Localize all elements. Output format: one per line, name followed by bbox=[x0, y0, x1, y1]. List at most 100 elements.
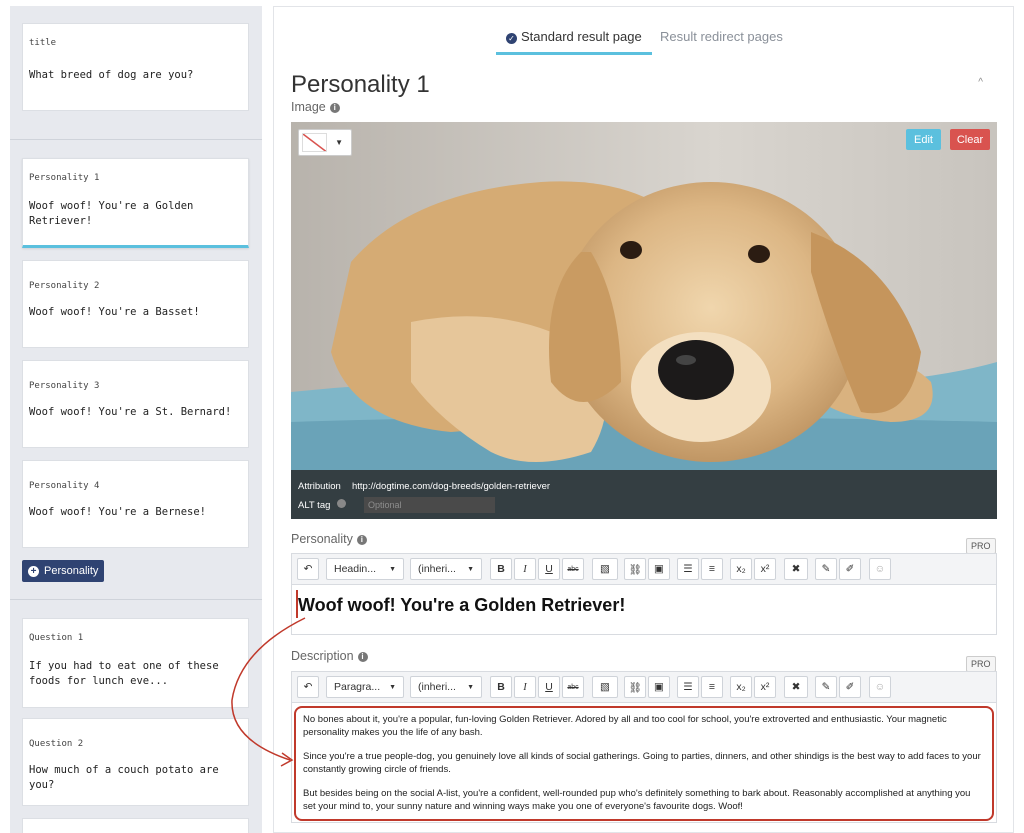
description-toolbar: ↶ Paragra... ▼ (inheri... ▼ B I U abc ▧ ⛓ … bbox=[292, 672, 996, 703]
link-icon[interactable]: ⛓ bbox=[624, 558, 646, 580]
edit-image-button[interactable]: Edit bbox=[906, 129, 941, 150]
info-icon[interactable] bbox=[337, 499, 346, 508]
numbered-list-icon[interactable]: ≡ bbox=[701, 558, 723, 580]
add-personality-label: Personality bbox=[44, 565, 99, 577]
clear-image-button[interactable]: Clear bbox=[950, 129, 990, 150]
clear-format-icon[interactable]: ▧ bbox=[592, 558, 618, 580]
annotation-arrow bbox=[231, 617, 306, 767]
font-select-value: (inheri... bbox=[418, 681, 456, 693]
personality-card-text: Woof woof! You're a St. Bernard! bbox=[29, 406, 232, 418]
font-select-value: (inheri... bbox=[418, 563, 456, 575]
personality-card-2[interactable]: Personality 2 Woof woof! You're a Basset… bbox=[22, 260, 249, 348]
superscript-button[interactable]: x² bbox=[754, 676, 776, 698]
format-select-value: Headin... bbox=[334, 563, 377, 575]
personality-editor: ↶ Headin... ▼ (inheri... ▼ B I U abc ▧ ⛓ ▣… bbox=[291, 553, 997, 635]
golden-retriever-photo bbox=[291, 122, 997, 519]
description-paragraph: Since you're a true people-dog, you genu… bbox=[303, 751, 981, 775]
sidebar-divider bbox=[10, 139, 262, 140]
title-card-label: title bbox=[29, 38, 57, 48]
question-card-3[interactable] bbox=[22, 818, 249, 833]
check-circle-icon: ✓ bbox=[506, 33, 517, 44]
personality-card-text: Woof woof! You're a Golden Retriever! bbox=[29, 200, 194, 227]
question-card-text: How much of a couch potato are you? bbox=[29, 764, 219, 791]
link-icon[interactable]: ⛓ bbox=[624, 676, 646, 698]
numbered-list-icon[interactable]: ≡ bbox=[701, 676, 723, 698]
question-card-1[interactable]: Question 1 If you had to eat one of thes… bbox=[22, 618, 249, 708]
app-root: title What breed of dog are you? Persona… bbox=[0, 0, 1024, 833]
personality-card-label: Personality 3 bbox=[29, 381, 100, 391]
emoji-icon[interactable]: ☺ bbox=[869, 558, 891, 580]
personality-field-label-text: Personality bbox=[291, 532, 353, 546]
format-select-value: Paragra... bbox=[334, 681, 381, 693]
alt-tag-label: ALT tag bbox=[298, 500, 331, 511]
personality-field-label: Personality i bbox=[291, 532, 367, 546]
chevron-up-icon[interactable]: ^ bbox=[978, 77, 983, 88]
clear-format-icon[interactable]: ▧ bbox=[592, 676, 618, 698]
title-card[interactable]: title What breed of dog are you? bbox=[22, 23, 249, 111]
pro-badge: PRO bbox=[966, 656, 996, 672]
info-icon[interactable]: i bbox=[357, 652, 368, 662]
description-editor: ↶ Paragra... ▼ (inheri... ▼ B I U abc ▧ ⛓ … bbox=[291, 671, 997, 823]
personality-card-4[interactable]: Personality 4 Woof woof! You're a Bernes… bbox=[22, 460, 249, 548]
subscript-button[interactable]: x₂ bbox=[730, 558, 752, 580]
bold-button[interactable]: B bbox=[490, 558, 512, 580]
personality-toolbar: ↶ Headin... ▼ (inheri... ▼ B I U abc ▧ ⛓ ▣… bbox=[292, 554, 996, 585]
result-image: ▼ Edit Clear Attribution http://dogtime.… bbox=[291, 122, 997, 519]
question-card-2[interactable]: Question 2 How much of a couch potato ar… bbox=[22, 718, 249, 806]
brush-alt-icon[interactable]: ✐ bbox=[839, 558, 861, 580]
bulleted-list-icon[interactable]: ☰ bbox=[677, 558, 699, 580]
brush-icon[interactable]: ✎ bbox=[815, 676, 837, 698]
attribution-value[interactable]: http://dogtime.com/dog-breeds/golden-ret… bbox=[352, 481, 550, 492]
personality-card-text: Woof woof! You're a Bernese! bbox=[29, 506, 207, 518]
strikethrough-button[interactable]: abc bbox=[562, 558, 584, 580]
subscript-button[interactable]: x₂ bbox=[730, 676, 752, 698]
description-text-area[interactable]: No bones about it, you're a popular, fun… bbox=[294, 706, 994, 821]
emoji-icon[interactable]: ☺ bbox=[869, 676, 891, 698]
format-select[interactable]: Headin... ▼ bbox=[326, 558, 404, 580]
underline-button[interactable]: U bbox=[538, 558, 560, 580]
personality-card-1[interactable]: Personality 1 Woof woof! You're a Golden… bbox=[22, 158, 249, 248]
bold-button[interactable]: B bbox=[490, 676, 512, 698]
question-card-label: Question 2 bbox=[29, 739, 84, 749]
tab-redirect-label: Result redirect pages bbox=[660, 29, 783, 44]
image-label-text: Image bbox=[291, 100, 326, 114]
font-select[interactable]: (inheri... ▼ bbox=[410, 558, 482, 580]
description-paragraph: No bones about it, you're a popular, fun… bbox=[303, 714, 947, 738]
page-title: Personality 1 bbox=[291, 71, 430, 98]
main-panel: ✓ Standard result page Result redirect pa… bbox=[273, 6, 1014, 833]
image-label: Image i bbox=[291, 100, 340, 114]
strikethrough-button[interactable]: abc bbox=[562, 676, 584, 698]
info-icon[interactable]: i bbox=[329, 103, 340, 113]
eraser-icon[interactable]: ✖ bbox=[784, 676, 808, 698]
personality-card-3[interactable]: Personality 3 Woof woof! You're a St. Be… bbox=[22, 360, 249, 448]
image-color-select[interactable]: ▼ bbox=[298, 129, 352, 156]
info-icon[interactable]: i bbox=[356, 535, 367, 545]
description-paragraph: But besides being on the social A-list, … bbox=[303, 788, 971, 812]
image-icon[interactable]: ▣ bbox=[648, 558, 670, 580]
caret-down-icon: ▼ bbox=[389, 683, 396, 691]
tab-result-redirect[interactable]: Result redirect pages bbox=[660, 29, 783, 53]
eraser-icon[interactable]: ✖ bbox=[784, 558, 808, 580]
caret-down-icon: ▼ bbox=[389, 565, 396, 573]
format-select[interactable]: Paragra... ▼ bbox=[326, 676, 404, 698]
personality-heading-text[interactable]: Woof woof! You're a Golden Retriever! bbox=[298, 595, 625, 616]
font-select[interactable]: (inheri... ▼ bbox=[410, 676, 482, 698]
image-icon[interactable]: ▣ bbox=[648, 676, 670, 698]
personality-card-text: Woof woof! You're a Basset! bbox=[29, 306, 200, 318]
underline-button[interactable]: U bbox=[538, 676, 560, 698]
add-personality-button[interactable]: + Personality bbox=[22, 560, 104, 582]
image-meta-overlay: Attribution http://dogtime.com/dog-breed… bbox=[291, 470, 997, 519]
plus-icon: + bbox=[28, 565, 39, 577]
italic-button[interactable]: I bbox=[514, 558, 536, 580]
alt-tag-input[interactable] bbox=[364, 497, 495, 513]
tab-standard-result[interactable]: ✓ Standard result page bbox=[496, 29, 652, 55]
no-color-swatch bbox=[302, 133, 327, 152]
italic-button[interactable]: I bbox=[514, 676, 536, 698]
brush-icon[interactable]: ✎ bbox=[815, 558, 837, 580]
brush-alt-icon[interactable]: ✐ bbox=[839, 676, 861, 698]
result-tabs: ✓ Standard result page Result redirect pa… bbox=[274, 29, 1015, 59]
bulleted-list-icon[interactable]: ☰ bbox=[677, 676, 699, 698]
title-card-text: What breed of dog are you? bbox=[29, 69, 194, 81]
undo-icon[interactable]: ↶ bbox=[297, 558, 319, 580]
superscript-button[interactable]: x² bbox=[754, 558, 776, 580]
